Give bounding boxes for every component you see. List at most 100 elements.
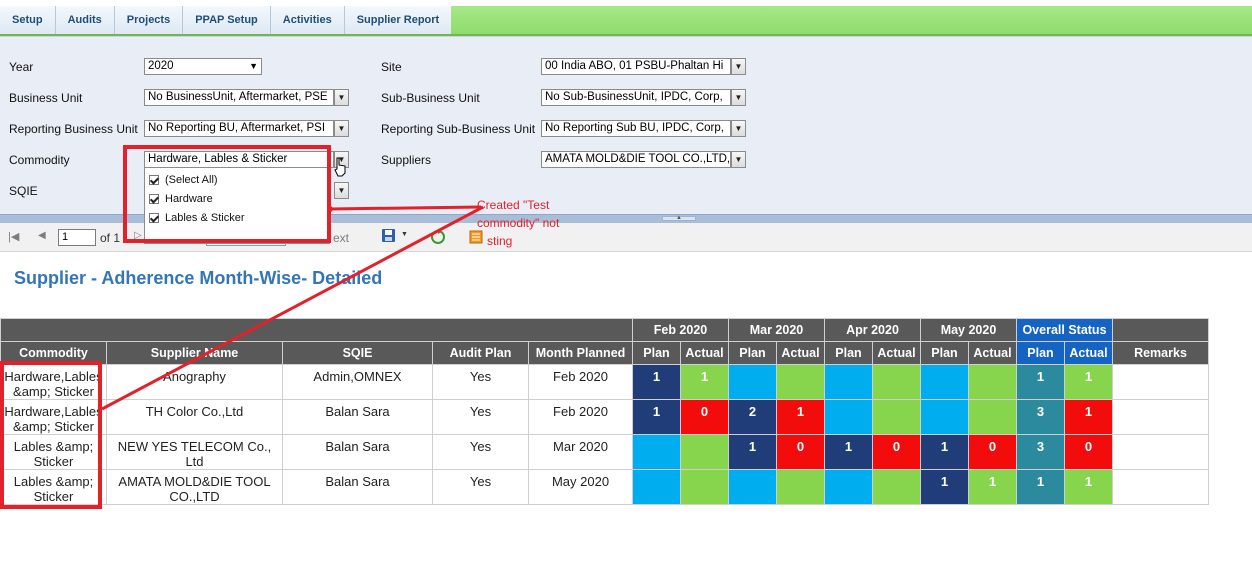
remarks-cell bbox=[1112, 399, 1209, 435]
commodity-label: Commodity bbox=[9, 153, 70, 167]
chevron-down-icon: ▼ bbox=[337, 124, 346, 133]
sub-bu-select[interactable]: No Sub-BusinessUnit, IPDC, Corp, bbox=[541, 89, 731, 106]
nav-tab-projects[interactable]: Projects bbox=[114, 6, 184, 34]
annotation-highlight-dropdown bbox=[123, 145, 331, 243]
audit-plan-cell: Yes bbox=[432, 434, 529, 470]
actual-count-cell bbox=[872, 469, 921, 505]
plan-count-cell bbox=[920, 364, 969, 400]
reporting-bu-select[interactable]: No Reporting BU, Aftermarket, PSI bbox=[144, 120, 334, 137]
chevron-down-icon: ▼ bbox=[337, 93, 346, 102]
col-header-sqie: SQIE bbox=[282, 341, 433, 365]
site-select[interactable]: 00 India ABO, 01 PSBU-Phaltan Hi bbox=[541, 58, 731, 75]
chevron-down-icon: ▼ bbox=[734, 155, 743, 164]
report-title: Supplier - Adherence Month-Wise- Detaile… bbox=[14, 268, 383, 288]
month-planned-cell: Mar 2020 bbox=[528, 434, 633, 470]
nav-tab-ppap-setup[interactable]: PPAP Setup bbox=[183, 6, 271, 34]
plan-count-cell: 1 bbox=[632, 399, 681, 435]
table-row: Hardware,Lables &amp; Sticker Anography Ad… bbox=[0, 364, 1209, 400]
reporting-bu-dropdown-button[interactable]: ▼ bbox=[334, 120, 349, 137]
actual-count-cell: 1 bbox=[1064, 469, 1113, 505]
month-header-feb: Feb 2020 bbox=[632, 318, 729, 342]
site-dropdown-button[interactable]: ▼ bbox=[731, 58, 746, 75]
nav-tab-audits[interactable]: Audits bbox=[55, 6, 115, 34]
plan-count-cell bbox=[728, 364, 777, 400]
remarks-cell bbox=[1112, 364, 1209, 400]
page-count-label: of 1 bbox=[100, 231, 121, 245]
supplier-cell: Anography bbox=[106, 364, 283, 400]
reporting-sub-bu-dropdown-button[interactable]: ▼ bbox=[731, 120, 746, 137]
sqie-dropdown-button[interactable]: ▼ bbox=[334, 182, 349, 199]
remarks-cell bbox=[1112, 469, 1209, 505]
header-spacer-remarks bbox=[1112, 318, 1209, 342]
reporting-bu-value: No Reporting BU, Aftermarket, PSI bbox=[148, 122, 326, 134]
suppliers-label: Suppliers bbox=[381, 153, 432, 167]
month-header-apr: Apr 2020 bbox=[824, 318, 921, 342]
col-header-plan: Plan bbox=[728, 341, 777, 365]
month-header-may: May 2020 bbox=[920, 318, 1017, 342]
annotation-note: Created "Test commodity" not sting bbox=[477, 196, 587, 250]
adherence-report-table: Feb 2020 Mar 2020 Apr 2020 May 2020 Over… bbox=[0, 318, 1209, 505]
export-dropdown-icon[interactable]: ▼ bbox=[401, 231, 408, 238]
col-header-plan: Plan bbox=[920, 341, 969, 365]
chevron-down-icon: ▼ bbox=[734, 124, 743, 133]
collapse-grip-icon[interactable]: ▲ bbox=[662, 215, 696, 221]
plan-count-cell bbox=[824, 469, 873, 505]
annotation-line: sting bbox=[487, 234, 513, 248]
actual-count-cell: 0 bbox=[872, 434, 921, 470]
business-unit-select[interactable]: No BusinessUnit, Aftermarket, PSE bbox=[144, 89, 334, 106]
business-unit-dropdown-button[interactable]: ▼ bbox=[334, 89, 349, 106]
plan-count-cell: 1 bbox=[920, 469, 969, 505]
previous-page-icon[interactable]: ◀ bbox=[38, 230, 46, 241]
plan-count-cell: 1 bbox=[1016, 364, 1065, 400]
nav-tab-supplier-report[interactable]: Supplier Report bbox=[344, 6, 452, 34]
actual-count-cell: 1 bbox=[776, 399, 825, 435]
actual-count-cell: 0 bbox=[968, 434, 1017, 470]
actual-count-cell: 0 bbox=[1064, 434, 1113, 470]
sqie-cell: Balan Sara bbox=[282, 469, 433, 505]
refresh-icon[interactable] bbox=[430, 229, 446, 245]
nav-tab-setup[interactable]: Setup bbox=[0, 6, 56, 34]
business-unit-value: No BusinessUnit, Aftermarket, PSE bbox=[148, 91, 328, 103]
year-value: 2020 bbox=[148, 60, 174, 72]
col-header-plan: Plan bbox=[632, 341, 681, 365]
col-header-actual: Actual bbox=[968, 341, 1017, 365]
actual-count-cell bbox=[776, 469, 825, 505]
header-spacer bbox=[0, 318, 633, 342]
plan-count-cell bbox=[824, 364, 873, 400]
supplier-cell: AMATA MOLD&DIE TOOL CO.,LTD bbox=[106, 469, 283, 505]
table-row: Lables &amp; Sticker AMATA MOLD&DIE TOOL … bbox=[0, 469, 1209, 505]
reporting-sub-bu-select[interactable]: No Reporting Sub BU, IPDC, Corp, bbox=[541, 120, 731, 137]
plan-count-cell: 3 bbox=[1016, 434, 1065, 470]
col-header-actual: Actual bbox=[680, 341, 729, 365]
site-value: 00 India ABO, 01 PSBU-Phaltan Hi bbox=[545, 60, 724, 72]
nav-tab-activities[interactable]: Activities bbox=[270, 6, 345, 34]
mouse-cursor-icon bbox=[334, 157, 346, 177]
suppliers-dropdown-button[interactable]: ▼ bbox=[731, 151, 746, 168]
business-unit-label: Business Unit bbox=[9, 91, 83, 105]
suppliers-select[interactable]: AMATA MOLD&DIE TOOL CO.,LTD, bbox=[541, 151, 731, 168]
remarks-cell bbox=[1112, 434, 1209, 470]
audit-plan-cell: Yes bbox=[432, 364, 529, 400]
chevron-down-icon: ▼ bbox=[249, 61, 258, 71]
sqie-cell: Balan Sara bbox=[282, 399, 433, 435]
col-header-supplier: Supplier Name bbox=[106, 341, 283, 365]
sub-bu-dropdown-button[interactable]: ▼ bbox=[731, 89, 746, 106]
site-label: Site bbox=[381, 60, 402, 74]
plan-count-cell: 1 bbox=[824, 434, 873, 470]
actual-count-cell: 1 bbox=[1064, 399, 1113, 435]
plan-count-cell bbox=[728, 469, 777, 505]
save-export-icon[interactable] bbox=[381, 228, 397, 243]
col-header-remarks: Remarks bbox=[1112, 341, 1209, 365]
page-number-input[interactable]: 1 bbox=[58, 229, 96, 246]
sub-bu-label: Sub-Business Unit bbox=[381, 91, 480, 105]
col-header-month-planned: Month Planned bbox=[528, 341, 633, 365]
year-select[interactable]: 2020 ▼ bbox=[144, 58, 262, 75]
month-planned-cell: Feb 2020 bbox=[528, 399, 633, 435]
col-header-actual: Actual bbox=[776, 341, 825, 365]
actual-count-cell: 0 bbox=[776, 434, 825, 470]
reporting-bu-label: Reporting Business Unit bbox=[9, 122, 138, 136]
first-page-icon[interactable]: |◀ bbox=[8, 230, 19, 243]
plan-count-cell bbox=[632, 469, 681, 505]
col-header-overall-actual: Actual bbox=[1064, 341, 1113, 365]
find-next-link[interactable]: ext bbox=[333, 231, 349, 245]
